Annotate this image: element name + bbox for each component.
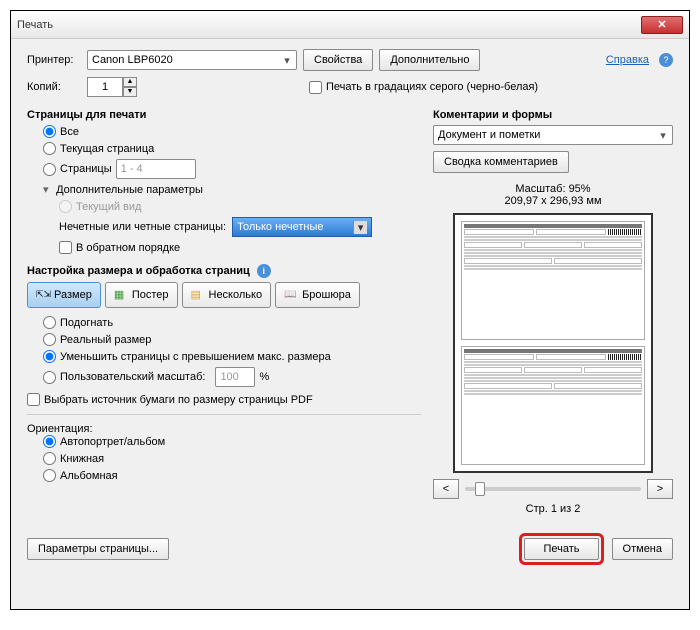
- print-dialog: Печать ✕ Принтер: Canon LBP6020 ▾ Свойст…: [10, 10, 690, 610]
- radio-all[interactable]: Все: [43, 125, 421, 138]
- print-button[interactable]: Печать: [524, 538, 598, 560]
- printer-label: Принтер:: [27, 54, 81, 66]
- size-icon: [36, 288, 50, 302]
- radio-shrink[interactable]: Уменьшить страницы с превышением макс. р…: [43, 350, 421, 363]
- preview-doc-2: [461, 346, 645, 465]
- printer-value: Canon LBP6020: [92, 54, 173, 66]
- orientation-label: Ориентация:: [27, 423, 421, 435]
- copies-input[interactable]: [87, 77, 123, 97]
- page-setup-button[interactable]: Параметры страницы...: [27, 538, 169, 560]
- booklet-icon: [284, 288, 298, 302]
- titlebar: Печать ✕: [11, 11, 689, 39]
- chevron-down-icon: ▾: [656, 129, 670, 142]
- preview-doc-1: [461, 221, 645, 340]
- help-icon[interactable]: ?: [659, 53, 673, 67]
- radio-range[interactable]: Страницы: [43, 159, 421, 179]
- printer-select[interactable]: Canon LBP6020 ▾: [87, 50, 297, 70]
- slider-thumb[interactable]: [475, 482, 485, 496]
- grayscale-checkbox[interactable]: Печать в градациях серого (черно-белая): [309, 81, 538, 94]
- spin-down-icon[interactable]: ▼: [123, 87, 137, 97]
- preview-slider[interactable]: [465, 487, 641, 491]
- radio-current-view[interactable]: Текущий вид: [59, 200, 421, 213]
- radio-fit[interactable]: Подогнать: [43, 316, 421, 329]
- copies-label: Копий:: [27, 81, 81, 93]
- radio-custom-scale[interactable]: Пользовательский масштаб: %: [43, 367, 421, 387]
- print-preview: [453, 213, 653, 473]
- print-highlight: Печать: [519, 533, 603, 565]
- comments-select[interactable]: Документ и пометки ▾: [433, 125, 673, 145]
- page-dimensions: 209,97 x 296,93 мм: [433, 195, 673, 207]
- scale-display: Масштаб: 95%: [433, 183, 673, 195]
- reverse-checkbox[interactable]: В обратном порядке: [59, 241, 421, 254]
- more-params-toggle[interactable]: ▾ Дополнительные параметры: [43, 183, 421, 196]
- properties-button[interactable]: Свойства: [303, 49, 373, 71]
- tree-collapse-icon: ▾: [43, 183, 53, 196]
- radio-current[interactable]: Текущая страница: [43, 142, 421, 155]
- pages-section-title: Страницы для печати: [27, 109, 421, 121]
- radio-auto-orient[interactable]: Автопортрет/альбом: [43, 435, 421, 448]
- radio-actual[interactable]: Реальный размер: [43, 333, 421, 346]
- poster-icon: [114, 288, 128, 302]
- help-link[interactable]: Справка: [606, 54, 649, 66]
- radio-portrait[interactable]: Книжная: [43, 452, 421, 465]
- sizing-section-title: Настройка размера и обработка страниц: [27, 265, 250, 277]
- copies-spinner[interactable]: ▲ ▼: [87, 77, 137, 97]
- summarize-comments-button[interactable]: Сводка комментариев: [433, 151, 569, 173]
- cancel-button[interactable]: Отмена: [612, 538, 673, 560]
- booklet-tab[interactable]: Брошюра: [275, 282, 360, 308]
- info-icon[interactable]: i: [257, 264, 271, 278]
- chevron-down-icon: ▾: [353, 221, 367, 234]
- close-button[interactable]: ✕: [641, 16, 683, 34]
- size-tab[interactable]: Размер: [27, 282, 101, 308]
- advanced-button[interactable]: Дополнительно: [379, 49, 480, 71]
- page-counter: Стр. 1 из 2: [433, 503, 673, 515]
- custom-scale-input[interactable]: [215, 367, 255, 387]
- chevron-down-icon: ▾: [280, 54, 294, 67]
- window-title: Печать: [17, 19, 641, 31]
- multi-icon: [191, 288, 205, 302]
- radio-landscape[interactable]: Альбомная: [43, 469, 421, 482]
- preview-prev-button[interactable]: <: [433, 479, 459, 499]
- spin-up-icon[interactable]: ▲: [123, 77, 137, 87]
- paper-source-checkbox[interactable]: Выбрать источник бумаги по размеру стран…: [27, 393, 421, 406]
- odd-even-select[interactable]: Только нечетные ▾: [232, 217, 372, 237]
- preview-next-button[interactable]: >: [647, 479, 673, 499]
- poster-tab[interactable]: Постер: [105, 282, 178, 308]
- comments-section-title: Коментарии и формы: [433, 109, 673, 121]
- page-range-input[interactable]: [116, 159, 196, 179]
- multiple-tab[interactable]: Несколько: [182, 282, 272, 308]
- odd-even-label: Нечетные или четные страницы:: [59, 221, 226, 233]
